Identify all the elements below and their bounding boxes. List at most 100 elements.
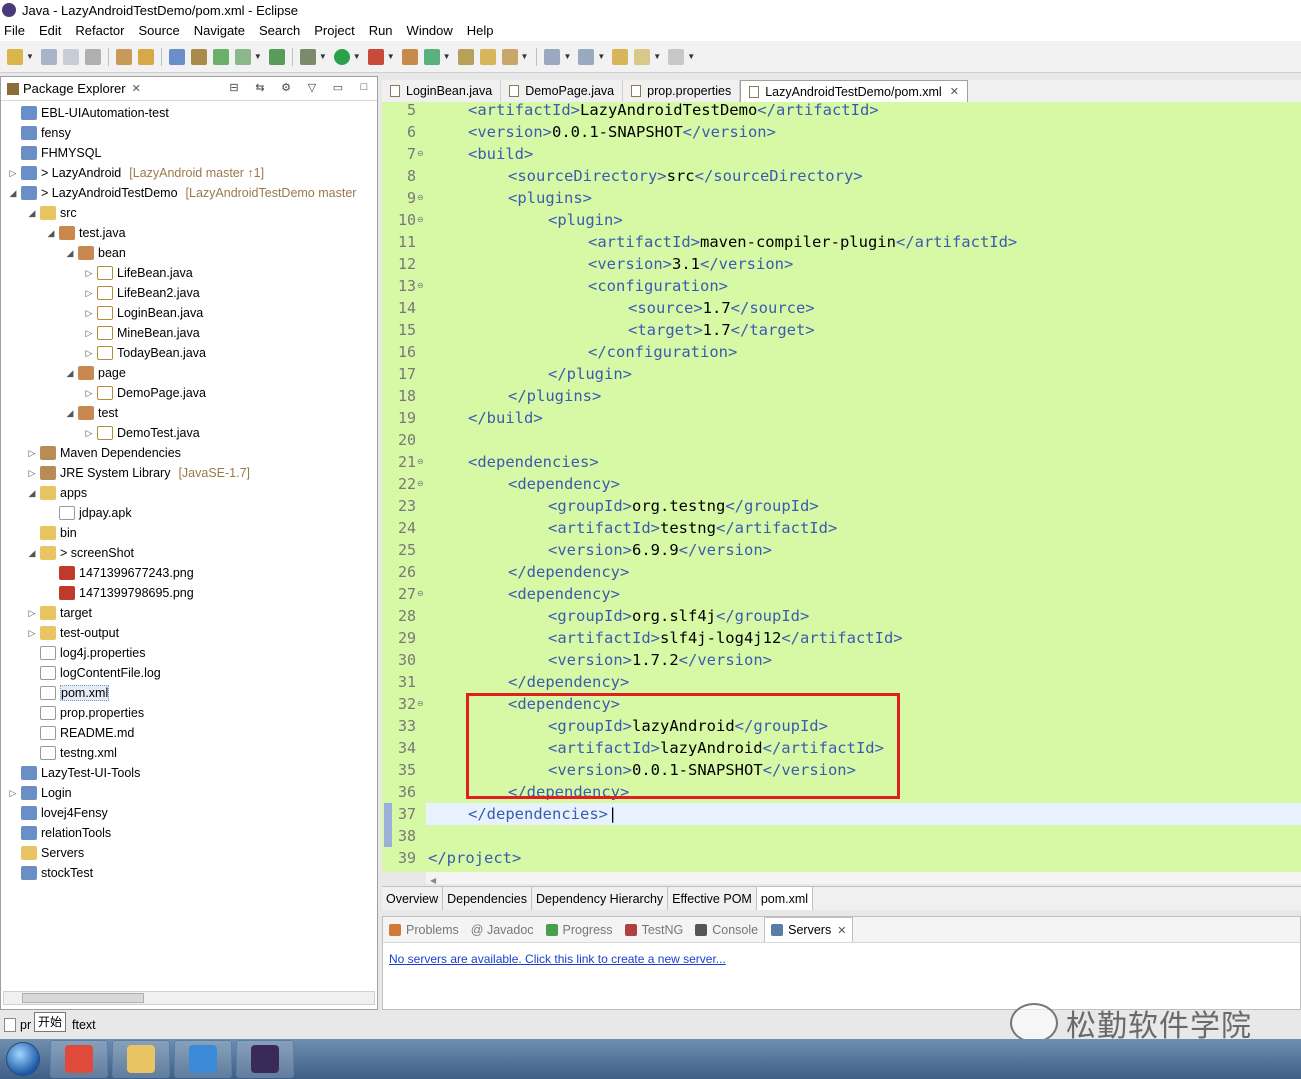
- fold-toggle-icon[interactable]: ⊖: [417, 583, 424, 605]
- tree-item[interactable]: ▷ DemoPage.java: [83, 383, 206, 403]
- link-with-editor-icon[interactable]: ⇆: [253, 81, 267, 95]
- bottom-tab[interactable]: Progress: [540, 923, 619, 937]
- expanded-arrow-icon[interactable]: ◢: [26, 488, 38, 499]
- skip-breakpoints-icon[interactable]: [168, 48, 185, 65]
- editor-tab[interactable]: DemoPage.java: [501, 80, 624, 102]
- collapsed-arrow-icon[interactable]: ▷: [83, 348, 95, 359]
- scroll-left-icon[interactable]: ◀: [430, 876, 436, 885]
- fold-toggle-icon[interactable]: ⊖: [417, 143, 424, 165]
- close-icon[interactable]: ✕: [132, 82, 141, 95]
- tree-item[interactable]: relationTools: [7, 823, 111, 843]
- menu-refactor[interactable]: Refactor: [75, 23, 124, 38]
- pom-tab[interactable]: pom.xml: [756, 887, 814, 910]
- tree-item[interactable]: LazyTest-UI-Tools: [7, 763, 140, 783]
- expanded-arrow-icon[interactable]: ◢: [45, 228, 57, 239]
- tree-item[interactable]: 1471399677243.png: [45, 563, 194, 583]
- menu-file[interactable]: File: [4, 23, 25, 38]
- tree-item[interactable]: prop.properties: [26, 703, 144, 723]
- save-icon[interactable]: [40, 48, 57, 65]
- bottom-tab[interactable]: Console: [689, 923, 764, 937]
- chevron-down-icon[interactable]: ▼: [653, 52, 661, 61]
- expanded-arrow-icon[interactable]: ◢: [26, 208, 38, 219]
- fold-toggle-icon[interactable]: ⊖: [417, 275, 424, 297]
- tree-item[interactable]: lovej4Fensy: [7, 803, 108, 823]
- tree-item[interactable]: ▷ LifeBean2.java: [83, 283, 200, 303]
- chevron-down-icon[interactable]: ▼: [687, 52, 695, 61]
- open-folder-icon[interactable]: [457, 48, 474, 65]
- bottom-tab[interactable]: Problems: [383, 923, 465, 937]
- editor-tab[interactable]: prop.properties: [623, 80, 741, 102]
- tree-item[interactable]: ◢ > screenShot: [26, 543, 134, 563]
- collapsed-arrow-icon[interactable]: ▷: [26, 608, 38, 619]
- tree-item[interactable]: ▷ > LazyAndroid [LazyAndroid master ↑1]: [7, 163, 264, 183]
- save-all-icon[interactable]: [62, 48, 79, 65]
- expanded-arrow-icon[interactable]: ◢: [64, 248, 76, 259]
- new-package-icon[interactable]: [401, 48, 418, 65]
- tree-item[interactable]: ◢ test.java: [45, 223, 126, 243]
- tree-item[interactable]: jdpay.apk: [45, 503, 132, 523]
- tree-item[interactable]: testng.xml: [26, 743, 117, 763]
- tree-item[interactable]: logContentFile.log: [26, 663, 161, 683]
- pom-tab[interactable]: Dependency Hierarchy: [532, 887, 669, 910]
- collapsed-arrow-icon[interactable]: ▷: [83, 268, 95, 279]
- collapsed-arrow-icon[interactable]: ▷: [83, 288, 95, 299]
- collapsed-arrow-icon[interactable]: ▷: [83, 328, 95, 339]
- menu-edit[interactable]: Edit: [39, 23, 61, 38]
- tree-item[interactable]: ▷ target: [26, 603, 92, 623]
- tree-item[interactable]: ▷ test-output: [26, 623, 119, 643]
- minimize-icon[interactable]: ▭: [331, 81, 345, 95]
- pom-tab[interactable]: Overview: [382, 887, 444, 910]
- chevron-down-icon[interactable]: ▼: [387, 52, 395, 61]
- collapsed-arrow-icon[interactable]: ▷: [83, 388, 95, 399]
- tree-item[interactable]: Servers: [7, 843, 84, 863]
- pen-icon[interactable]: [501, 48, 518, 65]
- taskbar-app-button[interactable]: [236, 1040, 294, 1078]
- new-icon[interactable]: [7, 48, 23, 65]
- collapsed-arrow-icon[interactable]: ▷: [83, 428, 95, 439]
- print-icon[interactable]: [84, 48, 101, 65]
- tree-item[interactable]: ◢ bean: [64, 243, 126, 263]
- taskbar-app-button[interactable]: [50, 1040, 108, 1078]
- create-server-link[interactable]: No servers are available. Click this lin…: [389, 952, 726, 966]
- chevron-down-icon[interactable]: ▼: [319, 52, 327, 61]
- maximize-icon[interactable]: □: [357, 81, 371, 95]
- open-task-icon[interactable]: [479, 48, 496, 65]
- pom-tab[interactable]: Dependencies: [443, 887, 533, 910]
- bottom-tab[interactable]: Servers ✕: [764, 917, 854, 942]
- chevron-down-icon[interactable]: ▼: [26, 52, 34, 61]
- download-icon[interactable]: [190, 48, 207, 65]
- bottom-tab[interactable]: @ Javadoc: [465, 923, 540, 937]
- editor-tab[interactable]: LazyAndroidTestDemo/pom.xml ✕: [740, 80, 968, 102]
- bottom-tab[interactable]: TestNG: [619, 923, 690, 937]
- taskbar-app-button[interactable]: [112, 1040, 170, 1078]
- menu-window[interactable]: Window: [407, 23, 453, 38]
- fold-toggle-icon[interactable]: ⊖: [417, 693, 424, 715]
- forward-icon[interactable]: [668, 48, 685, 65]
- menu-project[interactable]: Project: [314, 23, 354, 38]
- fold-toggle-icon[interactable]: ⊖: [417, 451, 424, 473]
- horizontal-scrollbar[interactable]: [3, 991, 375, 1005]
- chevron-down-icon[interactable]: ▼: [597, 52, 605, 61]
- expanded-arrow-icon[interactable]: ◢: [64, 368, 76, 379]
- search-icon[interactable]: [137, 48, 154, 65]
- run-icon[interactable]: [333, 48, 350, 65]
- menu-search[interactable]: Search: [259, 23, 300, 38]
- start-button[interactable]: [0, 1039, 46, 1079]
- editor-horizontal-scrollbar[interactable]: ◀: [426, 872, 1301, 885]
- tree-item[interactable]: fensy: [7, 123, 71, 143]
- menu-help[interactable]: Help: [467, 23, 494, 38]
- tree-item[interactable]: log4j.properties: [26, 643, 145, 663]
- menu-run[interactable]: Run: [369, 23, 393, 38]
- task-icon[interactable]: [212, 48, 229, 65]
- chevron-down-icon[interactable]: ▼: [563, 52, 571, 61]
- collapsed-arrow-icon[interactable]: ▷: [83, 308, 95, 319]
- tree-item[interactable]: ▷ JRE System Library [JavaSE-1.7]: [26, 463, 250, 483]
- new-class-icon[interactable]: [268, 48, 285, 65]
- fold-toggle-icon[interactable]: ⊖: [417, 187, 424, 209]
- chevron-down-icon[interactable]: ▼: [521, 52, 529, 61]
- close-icon[interactable]: ✕: [950, 85, 959, 98]
- tree-item[interactable]: FHMYSQL: [7, 143, 101, 163]
- open-type-icon[interactable]: [115, 48, 132, 65]
- tree-item[interactable]: bin: [26, 523, 77, 543]
- new-java-class-icon[interactable]: [423, 48, 440, 65]
